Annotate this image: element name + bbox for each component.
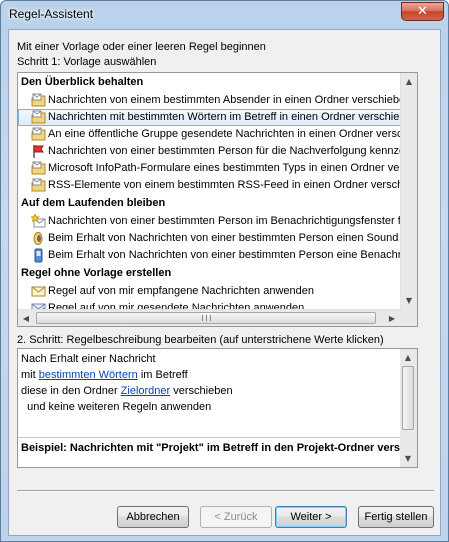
specific-words-link[interactable]: bestimmten Wörtern [39, 369, 138, 381]
folder-envelope-icon [31, 110, 46, 124]
speaker-icon [33, 232, 43, 245]
template-item[interactable]: Beim Erhalt von Nachrichten von einer be… [18, 230, 417, 247]
folder-envelope-icon [31, 93, 46, 107]
template-item-label: RSS-Elemente von einem bestimmten RSS-Fe… [48, 179, 418, 191]
group-heading-stay-informed: Auf dem Laufenden bleiben [21, 197, 166, 209]
folder-envelope-icon [31, 178, 46, 192]
grip-icon [202, 315, 211, 321]
folder-envelope-icon [31, 127, 46, 141]
template-item[interactable]: Microsoft InfoPath-Formulare eines besti… [18, 160, 417, 177]
group-heading-blank-rule: Regel ohne Vorlage erstellen [21, 267, 172, 279]
template-item-label: Nachrichten von einem bestimmten Absende… [48, 94, 412, 106]
rules-wizard-window: Regel-Assistent ✕ Mit einer Vorlage oder… [0, 0, 449, 542]
template-item[interactable]: Nachrichten von einer bestimmten Person … [18, 213, 417, 230]
step1-label: Schritt 1: Vorlage auswählen [17, 56, 157, 68]
template-item[interactable]: Beim Erhalt von Nachrichten von einer be… [18, 247, 417, 264]
red-flag-icon [33, 145, 44, 158]
envelope-icon [31, 286, 46, 297]
description-text: mit [21, 369, 39, 381]
intro-text: Mit einer Vorlage oder einer leeren Rege… [17, 41, 266, 53]
dialog-body: Mit einer Vorlage oder einer leeren Rege… [8, 29, 441, 536]
description-line: und keine weiteren Regeln anwenden [21, 401, 212, 413]
finish-button[interactable]: Fertig stellen [358, 506, 434, 528]
template-item-label: Beim Erhalt von Nachrichten von einer be… [48, 249, 417, 261]
group-heading-overview: Den Überblick behalten [21, 76, 144, 88]
phone-alert-icon [34, 248, 43, 263]
template-item-label: Nachrichten mit bestimmten Wörtern im Be… [48, 111, 418, 123]
scrollbar-corner [400, 309, 417, 326]
horizontal-scroll-thumb[interactable] [36, 312, 376, 324]
template-item[interactable]: Nachrichten von einem bestimmten Absende… [18, 92, 417, 109]
template-item[interactable]: Nachrichten von einer bestimmten Person … [18, 143, 417, 160]
description-line: mit bestimmten Wörtern im Betreff [21, 369, 188, 381]
folder-envelope-icon [31, 161, 46, 175]
rule-description-box[interactable]: Nach Erhalt einer Nachricht mit bestimmt… [17, 348, 418, 468]
template-list-vertical-scrollbar[interactable]: ▲ ▼ [400, 73, 417, 326]
description-vertical-scrollbar[interactable]: ▲ ▼ [400, 349, 417, 467]
template-item-label: Regel auf von mir empfangene Nachrichten… [48, 285, 314, 297]
description-line: Nach Erhalt einer Nachricht [21, 353, 156, 365]
vertical-scroll-thumb[interactable] [402, 366, 414, 430]
target-folder-link[interactable]: Zielordner [121, 385, 171, 397]
template-item-label: An eine öffentliche Gruppe gesendete Nac… [48, 128, 418, 140]
close-button[interactable]: ✕ [401, 2, 444, 21]
example-text: Beispiel: Nachrichten mit "Projekt" im B… [18, 437, 417, 454]
template-item[interactable]: Regel auf von mir empfangene Nachrichten… [18, 283, 417, 300]
template-list[interactable]: Den Überblick behalten Nachrichten von e… [17, 72, 418, 327]
template-item[interactable]: RSS-Elemente von einem bestimmten RSS-Fe… [18, 177, 417, 194]
description-text: im Betreff [137, 369, 188, 381]
back-button[interactable]: < Zurück [200, 506, 272, 528]
template-list-horizontal-scrollbar[interactable]: ◀ ▶ [18, 309, 400, 326]
scroll-right-arrow-icon[interactable]: ▶ [384, 310, 400, 326]
step2-label: 2. Schritt: Regelbeschreibung bearbeiten… [17, 334, 384, 346]
window-title: Regel-Assistent [9, 7, 94, 21]
template-item-label: Beim Erhalt von Nachrichten von einer be… [48, 232, 417, 244]
scroll-up-arrow-icon[interactable]: ▲ [401, 73, 417, 90]
template-item-label: Microsoft InfoPath-Formulare eines besti… [48, 162, 418, 174]
template-item-label: Nachrichten von einer bestimmten Person … [48, 215, 417, 227]
template-item-selected[interactable]: Nachrichten mit bestimmten Wörtern im Be… [18, 109, 417, 126]
description-text: verschieben [170, 385, 233, 397]
scroll-up-arrow-icon[interactable]: ▲ [400, 349, 416, 366]
scroll-down-arrow-icon[interactable]: ▼ [400, 450, 416, 467]
title-bar[interactable]: Regel-Assistent ✕ [1, 1, 448, 28]
scroll-down-arrow-icon[interactable]: ▼ [401, 292, 417, 309]
template-item-label: Nachrichten von einer bestimmten Person … [48, 145, 418, 157]
star-envelope-icon [31, 214, 46, 228]
separator-line [17, 490, 434, 492]
cancel-button[interactable]: Abbrechen [117, 506, 189, 528]
next-button[interactable]: Weiter > [275, 506, 347, 528]
description-line: diese in den Ordner Zielordner verschieb… [21, 385, 233, 397]
description-text: diese in den Ordner [21, 385, 121, 397]
template-item[interactable]: An eine öffentliche Gruppe gesendete Nac… [18, 126, 417, 143]
scroll-left-arrow-icon[interactable]: ◀ [18, 310, 34, 326]
